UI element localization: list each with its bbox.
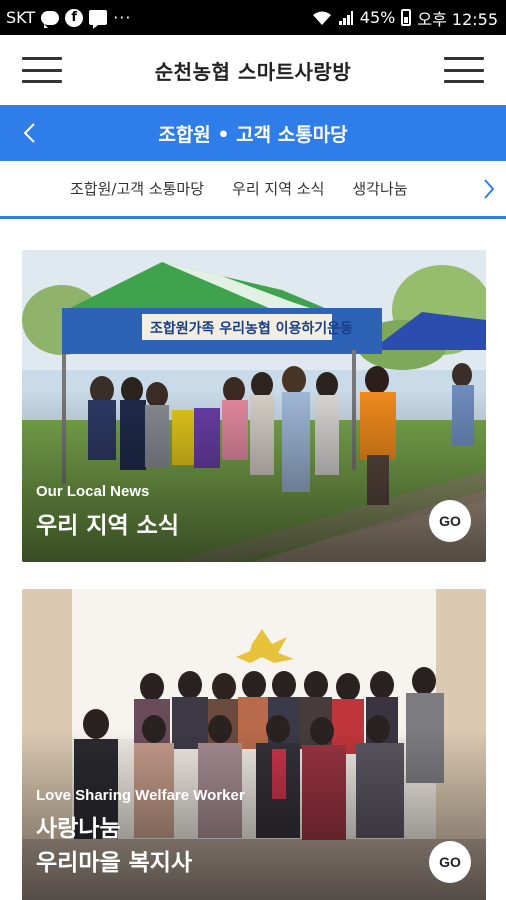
message-icon (89, 10, 108, 29)
signal-icon (338, 10, 354, 26)
tab-community[interactable]: 조합원/고객 소통마당 (70, 178, 204, 199)
more-notifications-icon: ··· (113, 8, 132, 27)
card-title-line-2: 우리마을 복지사 (36, 850, 193, 876)
go-button[interactable]: GO (429, 841, 471, 883)
app-header: 순천농협 스마트사랑방 (0, 35, 506, 105)
card-title: 우리 지역 소식 (36, 513, 179, 539)
carrier-label: SKT (6, 8, 36, 27)
battery-icon (401, 9, 412, 26)
right-menu-icon[interactable] (444, 57, 484, 83)
wifi-icon (312, 10, 332, 26)
talk-notification-icon (41, 10, 60, 28)
menu-icon[interactable] (22, 57, 62, 83)
back-arrow-icon[interactable] (16, 119, 44, 147)
tent-banner-text: 조합원가족 우리농협 이용하기운동 (150, 320, 353, 337)
local-news-card[interactable]: 조합원가족 우리농협 이용하기운동 Our Local News 우리 지역 소… (22, 250, 486, 562)
chevron-right-icon[interactable] (466, 161, 506, 216)
tab-bar: 조합원/고객 소통마당 우리 지역 소식 생각나눔 (0, 161, 506, 219)
facebook-icon: f (65, 8, 84, 27)
battery-percent: 45% (359, 8, 396, 27)
card-subtitle: Love Sharing Welfare Worker (36, 787, 245, 804)
go-button[interactable]: GO (429, 500, 471, 542)
tab-local-news[interactable]: 우리 지역 소식 (232, 178, 324, 199)
status-bar: SKT f ··· 45% 오후 12:55 (0, 0, 506, 35)
card-subtitle: Our Local News (36, 483, 150, 500)
tab-sharing-thoughts[interactable]: 생각나눔 (352, 178, 407, 199)
clock: 오후 12:55 (417, 9, 498, 29)
welfare-worker-card[interactable]: Love Sharing Welfare Worker 사랑나눔 우리마을 복지… (22, 589, 486, 900)
section-bar: 조합원 • 고객 소통마당 (0, 105, 506, 161)
section-title: 조합원 • 고객 소통마당 (158, 123, 348, 146)
card-title-line-1: 사랑나눔 (36, 816, 121, 842)
app-title: 순천농협 스마트사랑방 (154, 59, 352, 84)
